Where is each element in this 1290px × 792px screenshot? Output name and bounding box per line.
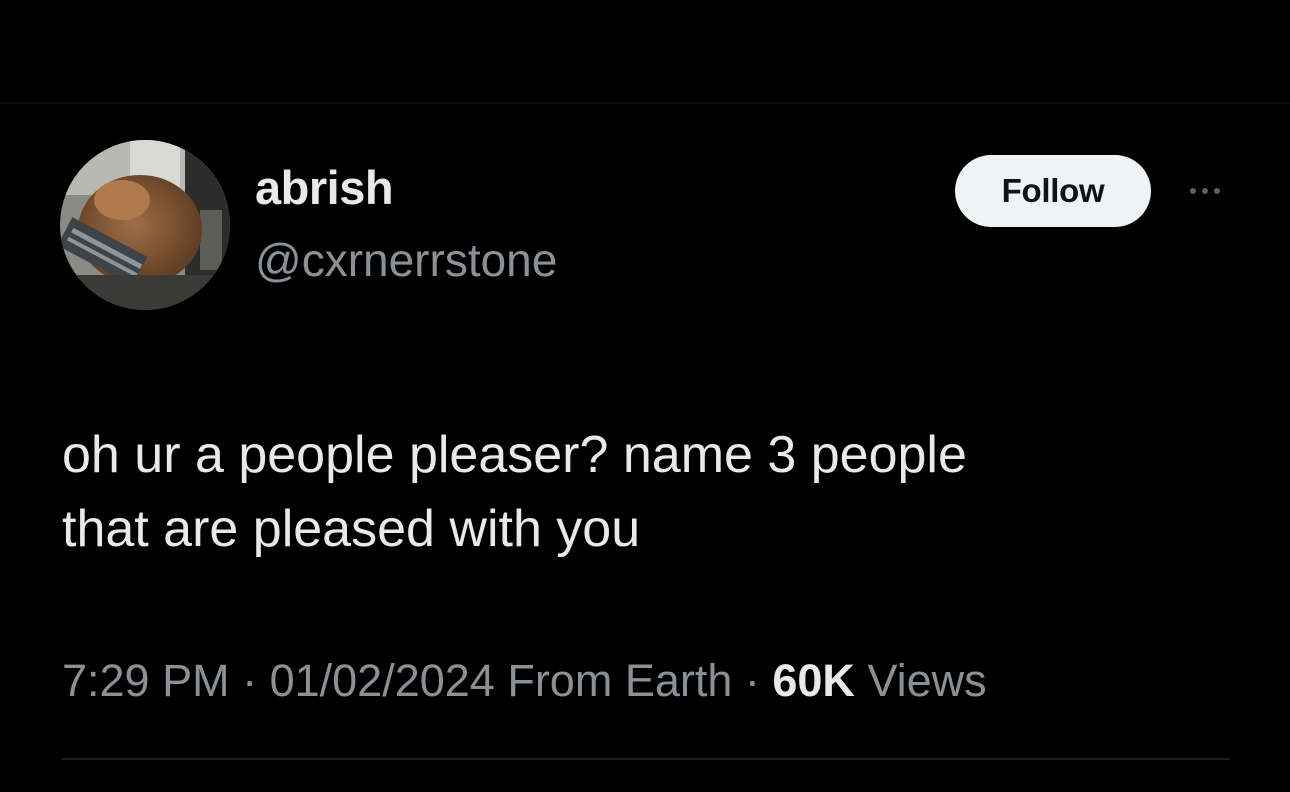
more-horizontal-icon (1190, 188, 1220, 194)
user-handle[interactable]: @cxrnerrstone (255, 233, 557, 287)
tweet-screenshot: abrish @cxrnerrstone Follow oh ur a peop… (0, 0, 1290, 792)
more-options-button[interactable] (1180, 176, 1230, 206)
views-count: 60K (772, 655, 855, 706)
meta-separator: · (732, 655, 773, 706)
tweet-text-line: that are pleased with you (62, 500, 641, 558)
follow-button[interactable]: Follow (955, 155, 1151, 227)
avatar-image (60, 140, 230, 310)
display-name[interactable]: abrish (255, 160, 394, 215)
tweet-text: oh ur a people pleaser? name 3 people th… (62, 418, 1252, 566)
avatar[interactable] (60, 140, 230, 310)
bottom-divider (62, 758, 1230, 760)
tweet-text-line: oh ur a people pleaser? name 3 people (62, 426, 967, 484)
meta-separator: · (229, 655, 270, 706)
top-divider (0, 102, 1290, 104)
tweet-date[interactable]: 01/02/2024 (270, 655, 495, 706)
tweet-time[interactable]: 7:29 PM (62, 655, 230, 706)
tweet-source: From Earth (494, 655, 733, 706)
views-label: Views (854, 655, 987, 706)
tweet-metadata: 7:29 PM · 01/02/2024 From Earth · 60K Vi… (62, 655, 987, 707)
